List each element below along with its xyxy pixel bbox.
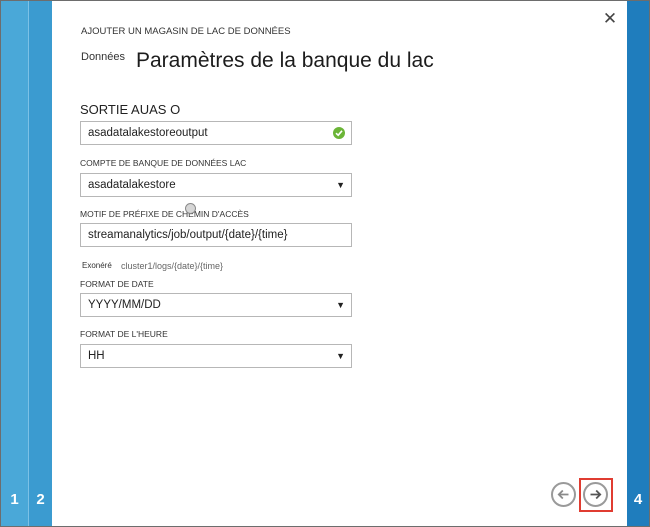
account-select[interactable]: asadatalakestore ▼ <box>80 173 352 197</box>
step-1-rail[interactable]: 1 <box>1 1 28 526</box>
output-name-value: asadatalakestoreoutput <box>88 127 208 139</box>
step-2-rail[interactable]: 2 <box>28 1 52 526</box>
path-prefix-value: streamanalytics/job/output/{date}/{time} <box>88 229 288 241</box>
wizard-dialog: 1 2 4 ✕ AJOUTER UN MAGASIN DE LAC DE DON… <box>0 0 650 527</box>
output-name-input[interactable]: asadatalakestoreoutput <box>80 121 352 145</box>
output-section-label: SORTIE AUAS O <box>80 102 181 117</box>
time-format-select[interactable]: HH ▼ <box>80 344 352 368</box>
date-format-select[interactable]: YYYY/MM/DD ▼ <box>80 293 352 317</box>
step-1-number: 1 <box>10 491 19 508</box>
close-icon[interactable]: ✕ <box>601 10 619 28</box>
back-button[interactable] <box>551 482 576 507</box>
step-2-number: 2 <box>36 491 45 508</box>
chevron-down-icon: ▼ <box>336 180 345 190</box>
arrow-left-icon <box>557 489 569 500</box>
chevron-down-icon: ▼ <box>336 300 345 310</box>
title-prefix: Données <box>81 51 126 63</box>
time-format-value: HH <box>88 350 105 362</box>
step-4-number: 4 <box>633 491 643 508</box>
date-format-value: YYYY/MM/DD <box>88 299 161 311</box>
example-value: cluster1/logs/{date}/{time} <box>121 261 224 271</box>
date-format-label: FORMAT DE DATE <box>80 279 154 289</box>
checkmark-circle-icon <box>333 127 345 139</box>
example-label: Exonéré <box>82 261 112 270</box>
account-value: asadatalakestore <box>88 179 176 191</box>
next-button-highlight <box>579 478 613 512</box>
page-title: Paramètres de la banque du lac <box>136 49 434 72</box>
wizard-subtitle: AJOUTER UN MAGASIN DE LAC DE DONNÉES <box>81 26 291 37</box>
account-label: COMPTE DE BANQUE DE DONNÉES LAC <box>80 158 247 168</box>
time-format-label: FORMAT DE L'HEURE <box>80 329 168 339</box>
step-4-rail[interactable]: 4 <box>627 1 649 526</box>
chevron-down-icon: ▼ <box>336 351 345 361</box>
path-prefix-label: MOTIF DE PRÉFIXE DE CHEMIN D'ACCÈS <box>80 209 249 219</box>
mouse-cursor-icon <box>185 203 196 214</box>
path-prefix-input[interactable]: streamanalytics/job/output/{date}/{time} <box>80 223 352 247</box>
